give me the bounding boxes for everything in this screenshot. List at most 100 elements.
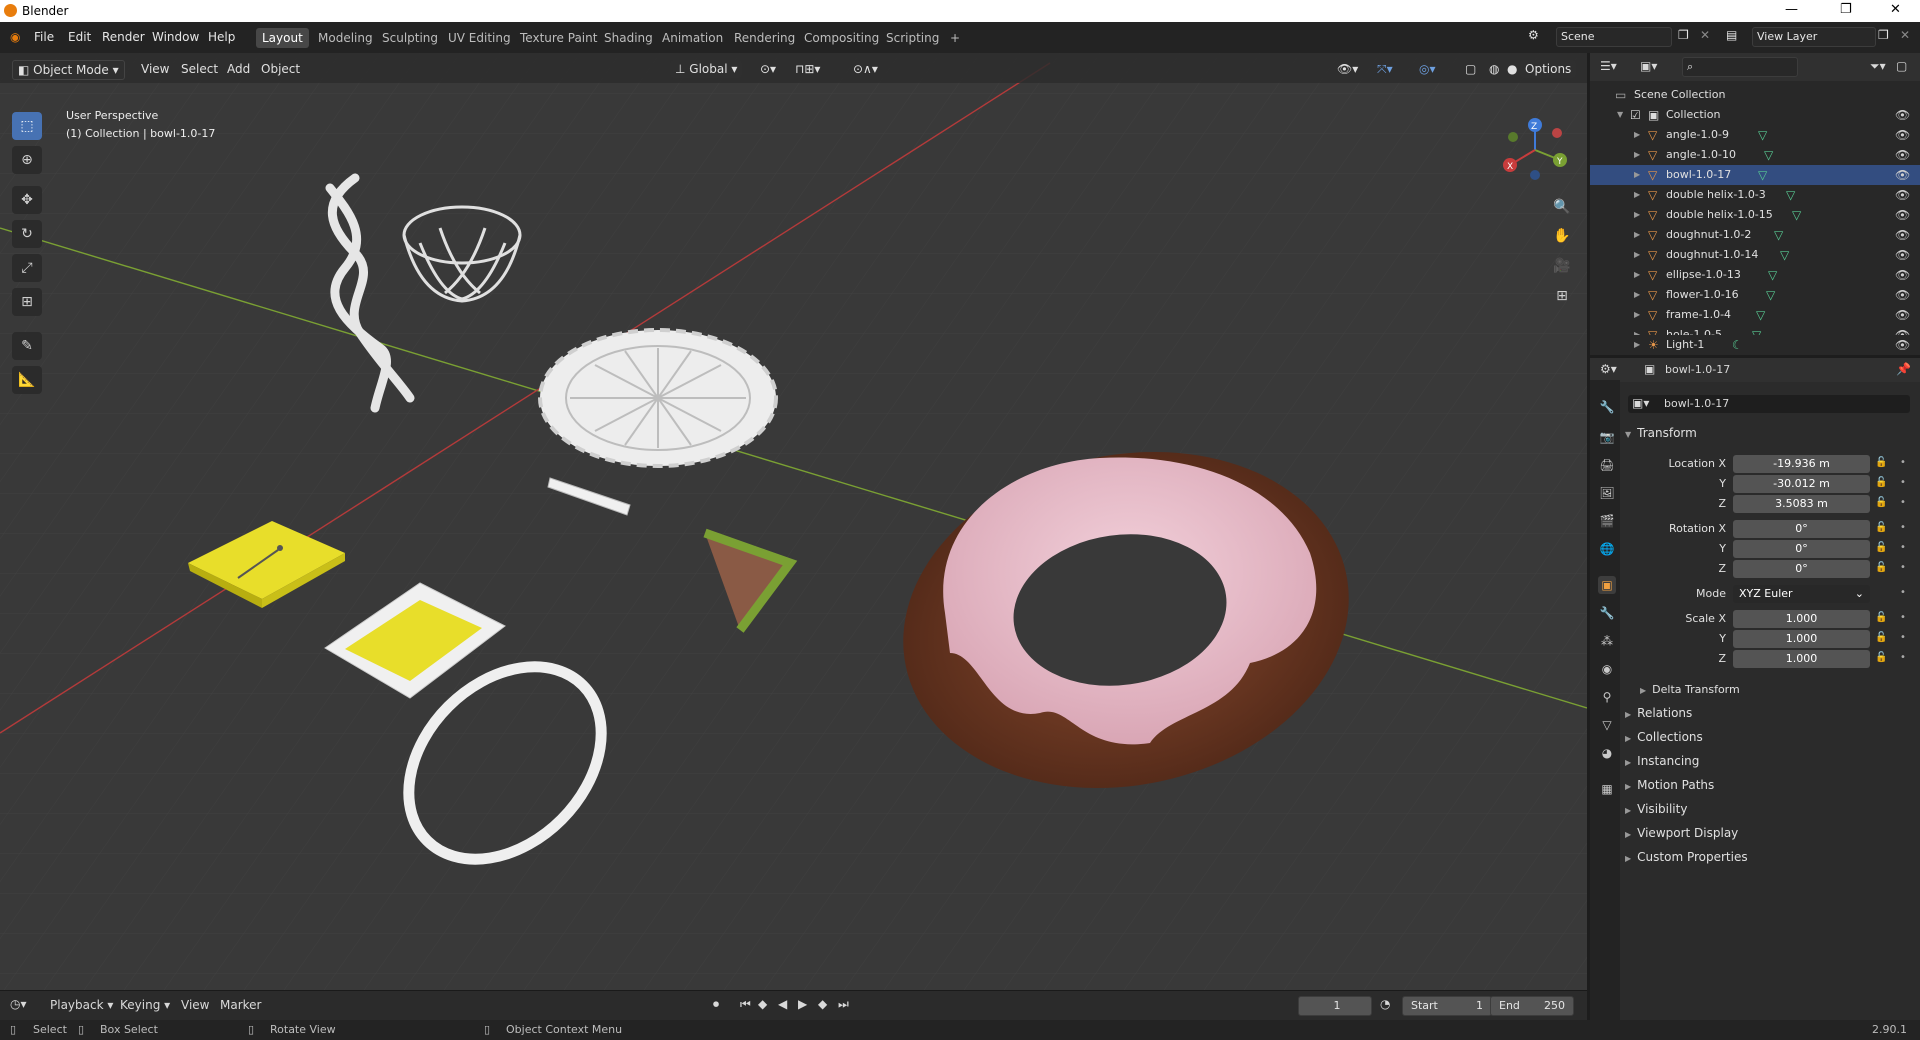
pivot-icon[interactable]: ⊙▾	[755, 60, 781, 78]
close-icon[interactable]: ✕	[1890, 2, 1901, 17]
keyframe-dot-icon[interactable]: •	[1900, 522, 1906, 533]
record-icon[interactable]: ⏺	[713, 997, 719, 1012]
visibility-eye-icon[interactable]: 👁	[1895, 105, 1910, 125]
physics-tab-icon[interactable]: ◉	[1598, 660, 1616, 678]
tab-sculpting[interactable]: Sculpting	[376, 28, 444, 48]
keyframe-dot-icon[interactable]: •	[1900, 562, 1906, 573]
pan-hand-icon[interactable]: ✋	[1550, 224, 1574, 248]
filter-view-icon[interactable]: ▣▾	[1640, 59, 1657, 73]
move-tool-icon[interactable]: ✥	[12, 186, 42, 214]
zoom-icon[interactable]: 🔍	[1550, 195, 1574, 219]
visibility-eye-icon[interactable]: 👁	[1895, 145, 1910, 165]
expand-arrow-icon[interactable]: ▶	[1634, 185, 1640, 205]
add-workspace-icon[interactable]: +	[944, 28, 966, 48]
visibility-eye-icon[interactable]: 👁	[1895, 185, 1910, 205]
play-reverse-icon[interactable]: ◀	[778, 997, 787, 1011]
keyframe-dot-icon[interactable]: •	[1900, 587, 1906, 598]
panel-instancing[interactable]: ▶ Instancing	[1625, 754, 1699, 768]
scene-tab-icon[interactable]: 🎬	[1598, 512, 1616, 530]
expand-arrow-icon[interactable]: ▼	[1617, 105, 1623, 125]
view-layer-field[interactable]: View Layer	[1752, 27, 1876, 47]
view-layer-tab-icon[interactable]: 🖼	[1598, 484, 1616, 502]
new-view-layer-icon[interactable]: ❐	[1878, 28, 1889, 42]
delta-transform-header[interactable]: ▶ Delta Transform	[1640, 683, 1740, 696]
tab-shading[interactable]: Shading	[598, 28, 659, 48]
new-scene-icon[interactable]: ❐	[1678, 28, 1689, 42]
expand-arrow-icon[interactable]: ▶	[1634, 285, 1640, 305]
output-tab-icon[interactable]: 🖨	[1598, 456, 1616, 474]
lock-icon[interactable]: 🔓	[1875, 542, 1887, 553]
lock-icon[interactable]: 🔓	[1875, 497, 1887, 508]
location-x-field[interactable]: -19.936 m	[1733, 455, 1870, 473]
world-tab-icon[interactable]: 🌐	[1598, 540, 1616, 558]
outliner-item[interactable]: ▶ ▽ doughnut-1.0-14 ▽ 👁	[1590, 245, 1920, 265]
expand-arrow-icon[interactable]: ▶	[1634, 225, 1640, 245]
lock-icon[interactable]: 🔓	[1875, 457, 1887, 468]
annotate-tool-icon[interactable]: ✎	[12, 332, 42, 360]
keyframe-dot-icon[interactable]: •	[1900, 612, 1906, 623]
restore-icon[interactable]: ❐	[1840, 2, 1852, 17]
expand-arrow-icon[interactable]: ▶	[1634, 125, 1640, 145]
expand-arrow-icon[interactable]: ▶	[1634, 335, 1640, 355]
pin-icon[interactable]: 📌	[1896, 362, 1911, 376]
tab-uv-editing[interactable]: UV Editing	[442, 28, 517, 48]
tab-animation[interactable]: Animation	[656, 28, 729, 48]
filter-icon[interactable]: ⏷▾	[1870, 59, 1886, 74]
visibility-eye-icon[interactable]: 👁	[1895, 165, 1910, 185]
clock-icon[interactable]: ◔	[1380, 997, 1390, 1011]
lock-icon[interactable]: 🔓	[1875, 652, 1887, 663]
navigation-gizmo[interactable]: Z Y X	[1495, 115, 1575, 185]
rotation-y-field[interactable]: 0°	[1733, 540, 1870, 558]
viewport-menu-select[interactable]: Select	[176, 60, 223, 78]
outliner-item[interactable]: ▶ ▽ angle-1.0-9 ▽ 👁	[1590, 125, 1920, 145]
outliner-scene-collection[interactable]: ▭ Scene Collection	[1590, 85, 1920, 105]
tab-texture-paint[interactable]: Texture Paint	[514, 28, 603, 48]
measure-tool-icon[interactable]: 📐	[12, 366, 42, 394]
outliner-item[interactable]: ▶ ▽ angle-1.0-10 ▽ 👁	[1590, 145, 1920, 165]
visibility-icon[interactable]: 👁▾	[1332, 60, 1363, 78]
viewport-menu-object[interactable]: Object	[256, 60, 305, 78]
timeline-editor-icon[interactable]: ◷▾	[10, 997, 27, 1011]
lock-icon[interactable]: 🔓	[1875, 522, 1887, 533]
minimize-icon[interactable]: —	[1785, 2, 1798, 17]
mesh-data-icon[interactable]: ▽	[1766, 285, 1775, 305]
snap-icon[interactable]: ⊓⊞▾	[790, 60, 825, 78]
scale-x-field[interactable]: 1.000	[1733, 610, 1870, 628]
proportional-edit-icon[interactable]: ⊙∧▾	[848, 60, 883, 78]
transform-panel-header[interactable]: ▼ Transform	[1625, 426, 1697, 440]
expand-arrow-icon[interactable]: ▶	[1634, 145, 1640, 165]
visibility-eye-icon[interactable]: 👁	[1895, 305, 1910, 325]
xray-icon[interactable]: ▢	[1460, 60, 1481, 78]
panel-visibility[interactable]: ▶ Visibility	[1625, 802, 1687, 816]
checkbox-icon[interactable]: ☑	[1630, 105, 1641, 125]
keyframe-dot-icon[interactable]: •	[1900, 542, 1906, 553]
location-y-field[interactable]: -30.012 m	[1733, 475, 1870, 493]
outliner-item[interactable]: ▶ ▽ frame-1.0-4 ▽ 👁	[1590, 305, 1920, 325]
rotation-mode-select[interactable]: XYZ Euler ⌄	[1733, 585, 1870, 603]
menu-help[interactable]: Help	[208, 30, 235, 44]
lock-icon[interactable]: 🔓	[1875, 562, 1887, 573]
visibility-eye-icon[interactable]: 👁	[1895, 125, 1910, 145]
lock-icon[interactable]: 🔓	[1875, 612, 1887, 623]
display-mode-icon[interactable]: ☰▾	[1600, 59, 1617, 73]
ortho-grid-icon[interactable]: ⊞	[1550, 284, 1574, 308]
mesh-data-icon[interactable]: ▽	[1774, 225, 1783, 245]
jump-start-icon[interactable]: ⏮	[740, 997, 751, 1012]
menu-render[interactable]: Render	[102, 30, 145, 44]
tab-layout[interactable]: Layout	[256, 28, 309, 48]
mesh-data-icon[interactable]: ▽	[1758, 165, 1767, 185]
cursor-tool-icon[interactable]: ⊕	[12, 146, 42, 174]
play-icon[interactable]: ▶	[798, 997, 807, 1011]
keyframe-dot-icon[interactable]: •	[1900, 497, 1906, 508]
visibility-eye-icon[interactable]: 👁	[1895, 285, 1910, 305]
new-collection-icon[interactable]: ▢	[1896, 59, 1907, 73]
menu-file[interactable]: File	[34, 30, 54, 44]
menu-edit[interactable]: Edit	[68, 30, 91, 44]
mesh-data-icon[interactable]: ▽	[1780, 245, 1789, 265]
delete-scene-icon[interactable]: ✕	[1700, 28, 1710, 42]
shading-solid-icon[interactable]: ●	[1502, 60, 1522, 78]
mesh-data-icon[interactable]: ▽	[1764, 145, 1773, 165]
scale-z-field[interactable]: 1.000	[1733, 650, 1870, 668]
next-keyframe-icon[interactable]: ◆	[818, 997, 827, 1011]
start-frame-field[interactable]: Start 1	[1402, 996, 1492, 1016]
